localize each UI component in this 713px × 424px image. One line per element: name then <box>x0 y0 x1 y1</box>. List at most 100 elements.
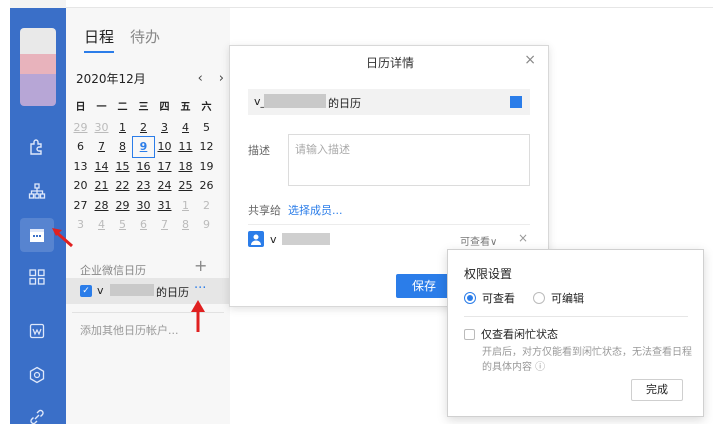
member-permission-dropdown[interactable]: 可查看∨ <box>460 233 497 248</box>
day-cell[interactable]: 17 <box>154 157 175 177</box>
tab-todo[interactable]: 待办 <box>130 26 160 53</box>
radio-view[interactable]: 可查看 <box>464 290 515 306</box>
more-options-icon[interactable]: ··· <box>194 281 206 296</box>
org-chart-icon[interactable] <box>26 180 48 202</box>
day-cell[interactable]: 10 <box>154 137 175 157</box>
month-label: 2020年12月 <box>76 72 146 86</box>
day-cell[interactable]: 13 <box>70 157 91 177</box>
week-row: 3 4 5 6 7 8 9 <box>70 215 218 235</box>
radio-view-label: 可查看 <box>482 292 515 305</box>
day-cell[interactable]: 4 <box>91 215 112 235</box>
link-icon[interactable] <box>26 406 48 424</box>
prev-month-icon[interactable]: ‹ <box>198 71 203 86</box>
calendar-name-field[interactable]: v_ 的日历 <box>248 89 530 115</box>
apps-grid-icon[interactable] <box>26 266 48 288</box>
add-calendar-button[interactable]: + <box>194 256 207 275</box>
select-members-link[interactable]: 选择成员... <box>288 202 343 218</box>
redacted-name <box>264 94 326 108</box>
annotation-arrow-icon <box>191 300 205 332</box>
day-cell[interactable]: 20 <box>70 176 91 196</box>
day-cell[interactable]: 8 <box>175 215 196 235</box>
day-cell[interactable]: 9 <box>196 215 217 235</box>
remove-member-icon[interactable]: × <box>518 231 528 245</box>
share-label: 共享给 <box>248 204 281 217</box>
day-cell[interactable]: 2 <box>196 196 217 216</box>
day-cell[interactable]: 5 <box>112 215 133 235</box>
weekday-label: 日 <box>75 102 86 113</box>
calendar-name-suffix: 的日历 <box>328 97 361 110</box>
day-cell[interactable]: 30 <box>133 196 154 216</box>
checkbox-checked-icon[interactable]: ✓ <box>80 285 92 297</box>
day-cell[interactable]: 24 <box>154 176 175 196</box>
week-row: 29 30 1 2 3 4 5 <box>70 118 218 138</box>
day-cell[interactable]: 16 <box>133 157 154 177</box>
close-icon[interactable]: × <box>524 52 536 68</box>
day-cell[interactable]: 2 <box>133 118 154 138</box>
done-button[interactable]: 完成 <box>631 379 683 401</box>
busy-only-label: 仅查看闲忙状态 <box>481 328 558 341</box>
day-cell[interactable]: 25 <box>175 176 196 196</box>
day-cell[interactable]: 8 <box>112 137 133 157</box>
day-cell[interactable]: 21 <box>91 176 112 196</box>
shared-member-row: v 可查看∨ × <box>248 224 530 250</box>
hexagon-icon[interactable] <box>26 364 48 386</box>
day-cell[interactable]: 6 <box>70 137 91 157</box>
calendar-icon[interactable] <box>26 224 48 246</box>
tab-schedule[interactable]: 日程 <box>84 26 115 53</box>
user-avatar[interactable] <box>20 28 56 106</box>
day-cell[interactable]: 7 <box>91 137 112 157</box>
calendar-panel: 日程 待办 2020年12月 ‹ › 日 一 二 三 四 五 六 29 30 1… <box>66 8 230 424</box>
description-input[interactable]: 请输入描述 <box>288 134 530 186</box>
day-cell[interactable]: 1 <box>175 196 196 216</box>
day-cell[interactable]: 30 <box>91 118 112 138</box>
add-other-account-link[interactable]: 添加其他日历帐户... <box>80 322 179 338</box>
day-cell[interactable]: 18 <box>175 157 196 177</box>
description-placeholder: 请输入描述 <box>295 143 350 156</box>
day-cell[interactable]: 26 <box>196 176 217 196</box>
radio-edit[interactable]: 可编辑 <box>533 290 584 306</box>
day-cell[interactable]: 31 <box>154 196 175 216</box>
redacted-name <box>110 284 154 296</box>
dialog-title: 日历详情 <box>365 56 414 70</box>
next-month-icon[interactable]: › <box>219 71 224 86</box>
week-row: 27 28 29 30 31 1 2 <box>70 196 218 216</box>
radio-selected-icon <box>464 292 476 304</box>
busy-only-checkbox[interactable]: 仅查看闲忙状态 <box>464 326 558 342</box>
day-cell[interactable]: 7 <box>154 215 175 235</box>
day-cell[interactable]: 3 <box>154 118 175 138</box>
busy-only-description: 开启后，对方仅能看到闲忙状态，无法查看日程的具体内容 ⓘ <box>482 347 692 373</box>
day-cell[interactable]: 29 <box>70 118 91 138</box>
calendar-name-suffix: 的日历 <box>156 286 189 299</box>
day-cell[interactable]: 22 <box>112 176 133 196</box>
month-grid: 日 一 二 三 四 五 六 29 30 1 2 3 4 5 6 7 8 9 10… <box>70 98 218 235</box>
day-cell[interactable]: 11 <box>175 137 196 157</box>
app-sidebar <box>10 0 66 424</box>
document-icon[interactable] <box>26 320 48 342</box>
weekday-label: 六 <box>201 102 212 113</box>
day-cell[interactable]: 6 <box>133 215 154 235</box>
day-cell[interactable]: 23 <box>133 176 154 196</box>
day-cell[interactable]: 27 <box>70 196 91 216</box>
day-cell[interactable]: 12 <box>196 137 217 157</box>
day-cell[interactable]: 28 <box>91 196 112 216</box>
day-cell[interactable]: 19 <box>196 157 217 177</box>
day-cell-today[interactable]: 9 <box>132 136 155 158</box>
day-cell[interactable]: 29 <box>112 196 133 216</box>
weekday-label: 二 <box>117 102 128 113</box>
permission-options: 可查看 可编辑 <box>464 290 584 306</box>
radio-unselected-icon <box>533 292 545 304</box>
month-header: 2020年12月 ‹ › <box>76 70 224 87</box>
app-window: 日程 待办 2020年12月 ‹ › 日 一 二 三 四 五 六 29 30 1… <box>0 0 713 424</box>
day-cell[interactable]: 15 <box>112 157 133 177</box>
calendars-section-title: 企业微信日历 <box>80 264 146 277</box>
day-cell[interactable]: 14 <box>91 157 112 177</box>
radio-edit-label: 可编辑 <box>551 292 584 305</box>
description-label: 描述 <box>248 144 270 157</box>
calendar-color-picker[interactable] <box>510 96 522 108</box>
day-cell[interactable]: 5 <box>196 118 217 138</box>
save-button[interactable]: 保存 <box>396 274 452 298</box>
puzzle-icon[interactable] <box>26 136 48 158</box>
weekday-row: 日 一 二 三 四 五 六 <box>70 98 218 118</box>
day-cell[interactable]: 1 <box>112 118 133 138</box>
day-cell[interactable]: 4 <box>175 118 196 138</box>
